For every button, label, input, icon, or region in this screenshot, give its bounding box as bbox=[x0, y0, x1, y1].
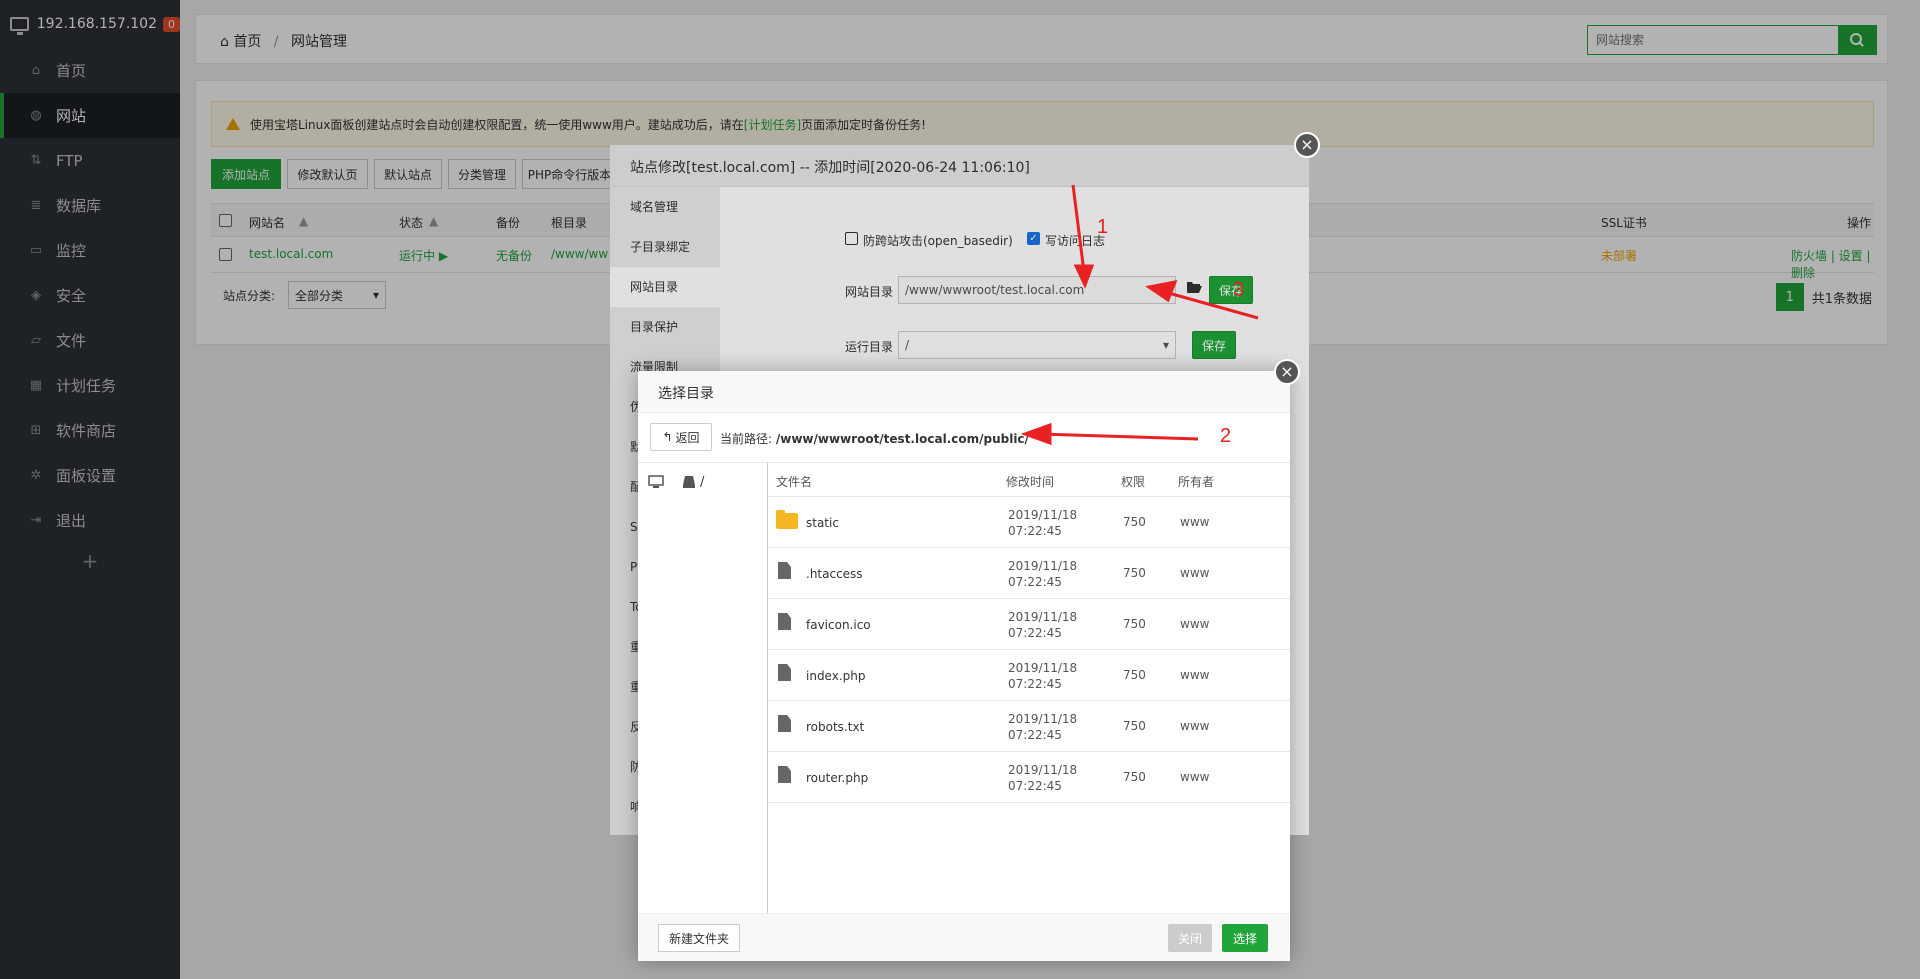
annotation-arrows bbox=[1020, 184, 1259, 446]
annotation-2: 2 bbox=[1220, 425, 1232, 447]
arrow-2 bbox=[1020, 422, 1199, 446]
annotation-3: 3 bbox=[1233, 279, 1245, 301]
annotation-1: 1 bbox=[1097, 216, 1109, 238]
arrow-1 bbox=[1071, 184, 1095, 289]
